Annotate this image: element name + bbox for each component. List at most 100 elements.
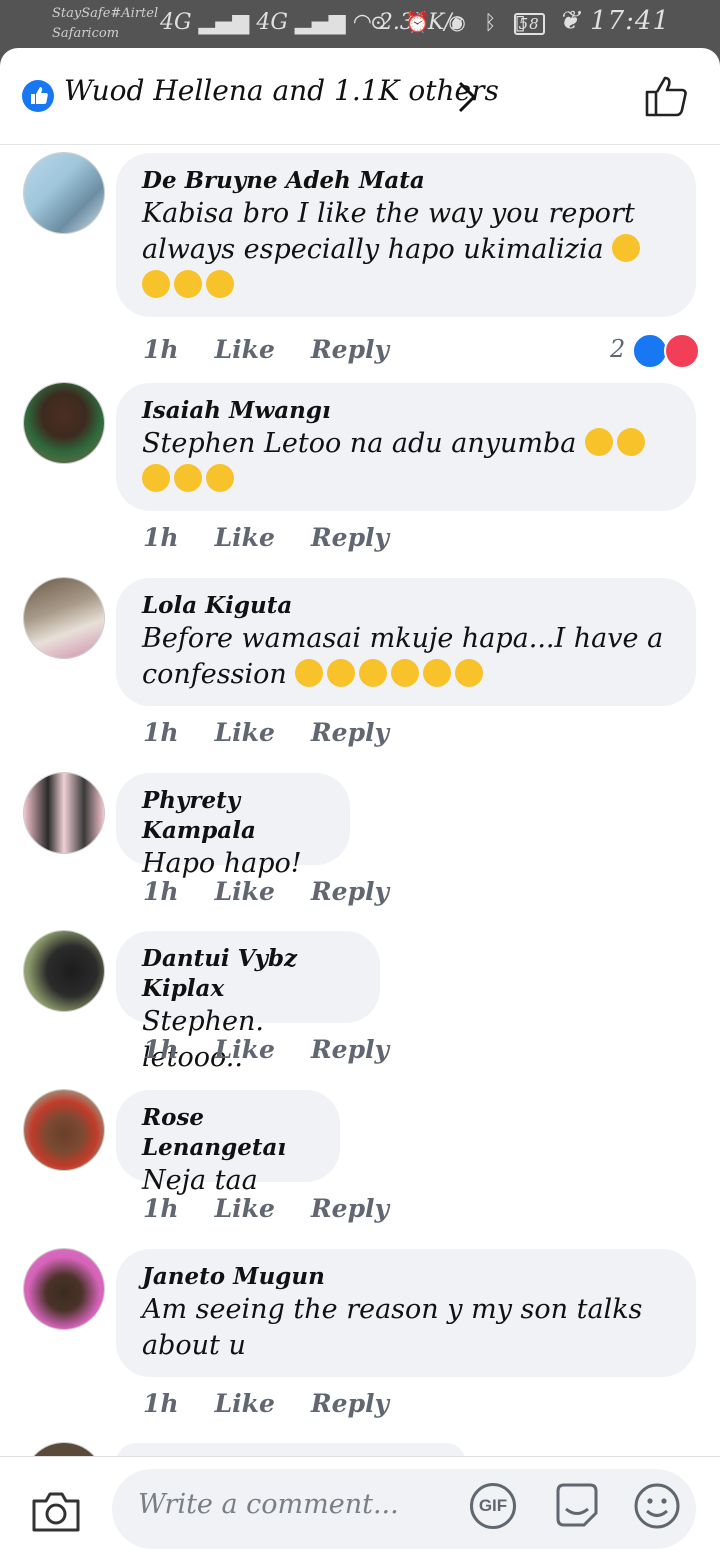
comment-body: Stephen Letoo na adu anyumba (142, 428, 577, 459)
sticker-icon (556, 1483, 598, 1527)
comment-bubble: De Bruyne Adeh Mata Kabisa bro I like th… (116, 153, 696, 317)
like-comment-button[interactable]: Like (215, 1194, 275, 1223)
comment-input[interactable]: Write a comment... GIF (112, 1469, 696, 1549)
network-type: 4G (160, 10, 192, 35)
like-comment-button[interactable]: Like (215, 523, 275, 552)
reactors-summary[interactable]: Wuod Hellena and 1.1K others (64, 74, 499, 107)
thumbs-up-icon (645, 76, 687, 117)
carrier-2: Safaricom (52, 26, 120, 41)
comment-bubble: Janeto Mugun Am seeing the reason y my s… (116, 1249, 696, 1377)
comment-bubble: Phyrety Kampala Hapo hapo! (116, 773, 350, 879)
comment-bubble: Lola Kiguta Before wamasai mkuje hapa...… (116, 578, 696, 706)
emoji-button[interactable] (632, 1481, 682, 1535)
reply-button[interactable]: Reply (311, 1194, 389, 1223)
avatar[interactable] (24, 578, 104, 658)
tears-of-joy-emoji-icon (616, 428, 645, 456)
comment-time: 1h (143, 718, 179, 747)
comment-bubble: Dantui Vybz Kiplax Stephen. letooo.. (116, 931, 380, 1073)
comment-time: 1h (143, 1035, 179, 1064)
gif-button[interactable]: GIF (470, 1483, 516, 1529)
comment-actions: 1h Like Reply (143, 1389, 425, 1418)
rolling-laughing-emoji-icon (206, 270, 234, 298)
like-reaction-icon (632, 333, 668, 369)
comment-body: Am seeing the reason y my son talks abou… (142, 1294, 643, 1361)
tears-of-joy-emoji-icon (142, 464, 170, 492)
comment-placeholder: Write a comment... (138, 1489, 399, 1520)
reply-button[interactable]: Reply (311, 718, 389, 747)
avatar[interactable] (24, 383, 104, 463)
comment-author[interactable]: De Bruyne Adeh Mata (142, 166, 670, 196)
camera-button[interactable] (30, 1489, 82, 1537)
reply-button[interactable]: Reply (311, 335, 389, 364)
comment-time: 1h (143, 335, 179, 364)
eye-icon: ◉ (448, 10, 472, 34)
rolling-laughing-emoji-icon (142, 270, 170, 298)
rolling-laughing-emoji-icon (174, 270, 202, 298)
avatar[interactable] (24, 931, 104, 1011)
like-comment-button[interactable]: Like (215, 1035, 275, 1064)
avatar[interactable] (24, 1090, 104, 1170)
reaction-count[interactable]: 2 (610, 335, 625, 363)
status-bar: StaySafe#Airtel Safaricom 4G ▂▄▆ 4G ▂▄▆ … (0, 0, 720, 48)
comment-time: 1h (143, 523, 179, 552)
comment-text: Stephen Letoo na adu anyumba (142, 426, 670, 498)
comment-actions: 1h Like Reply (143, 877, 425, 906)
like-comment-button[interactable]: Like (215, 335, 275, 364)
reply-button[interactable]: Reply (311, 1035, 389, 1064)
comment-time: 1h (143, 877, 179, 906)
love-reaction-icon (664, 333, 700, 369)
like-reaction-icon (22, 80, 54, 112)
comment-actions: 1h Like Reply (143, 1035, 425, 1064)
comment-actions: 1h Like Reply (143, 718, 425, 747)
wifi-icon: ◠ (352, 10, 372, 35)
avatar[interactable] (24, 1249, 104, 1329)
comment-author[interactable]: Phyrety Kampala (142, 786, 324, 846)
reply-button[interactable]: Reply (311, 523, 389, 552)
comment-author[interactable]: Rose Lenangetaı (142, 1103, 314, 1163)
like-comment-button[interactable]: Like (215, 877, 275, 906)
tears-of-joy-emoji-icon (174, 464, 202, 492)
reply-button[interactable]: Reply (311, 1389, 389, 1418)
tears-of-joy-emoji-icon (206, 464, 234, 492)
reply-button[interactable]: Reply (311, 877, 389, 906)
sticker-button[interactable] (552, 1481, 602, 1535)
reactions-header[interactable]: Wuod Hellena and 1.1K others (0, 48, 720, 145)
tears-of-joy-emoji-icon (584, 428, 613, 456)
alarm-icon: ⏰ (405, 10, 437, 34)
like-comment-button[interactable]: Like (215, 718, 275, 747)
camera-icon (32, 1492, 80, 1532)
chevron-right-icon[interactable] (455, 80, 479, 118)
comment-author[interactable]: Lola Kiguta (142, 591, 670, 621)
comment-body: Kabisa bro I like the way you report alw… (142, 198, 635, 265)
carrier-1: StaySafe#Airtel (52, 6, 159, 21)
comment-time: 1h (143, 1194, 179, 1223)
system-icons: ⊙ ⏰ ◉ ᛒ ▯ (370, 10, 532, 34)
sad-emoji-icon (327, 659, 356, 687)
comment-author[interactable]: Isaiah Mwangı (142, 396, 670, 426)
signal-icon-2: ▂▄▆ (294, 10, 346, 35)
network-type-2: 4G (256, 10, 288, 35)
eye-roll-emoji-icon (455, 659, 484, 687)
avatar[interactable] (24, 153, 104, 233)
avatar[interactable] (24, 773, 104, 853)
like-comment-button[interactable]: Like (215, 1389, 275, 1418)
comment-actions: 1h Like Reply (143, 523, 425, 552)
like-post-button[interactable] (644, 74, 690, 122)
sad-emoji-icon (359, 659, 388, 687)
comment-author[interactable]: Dantui Vybz Kiplax (142, 944, 354, 1004)
clock: 17:41 (590, 6, 670, 36)
raised-eyebrow-emoji-icon (391, 659, 420, 687)
comment-bubble: Rose Lenangetaı Neja taa (116, 1090, 340, 1196)
sad-emoji-icon (295, 659, 324, 687)
carrier-info: StaySafe#Airtel Safaricom (52, 4, 158, 44)
comment-composer: Write a comment... GIF (0, 1456, 720, 1560)
comment-text: Before wamasai mkuje hapa...I have a con… (142, 621, 670, 693)
sync-icon: ⊙ (370, 10, 393, 34)
battery-icon: 58 (513, 13, 545, 35)
bluetooth-icon: ᛒ (484, 10, 503, 34)
leaf-icon: ❦ (558, 6, 581, 36)
comment-author[interactable]: Janeto Mugun (142, 1262, 670, 1292)
comment-time: 1h (143, 1389, 179, 1418)
rolling-laughing-emoji-icon (612, 234, 641, 262)
comment-bubble: Isaiah Mwangı Stephen Letoo na adu anyum… (116, 383, 696, 511)
